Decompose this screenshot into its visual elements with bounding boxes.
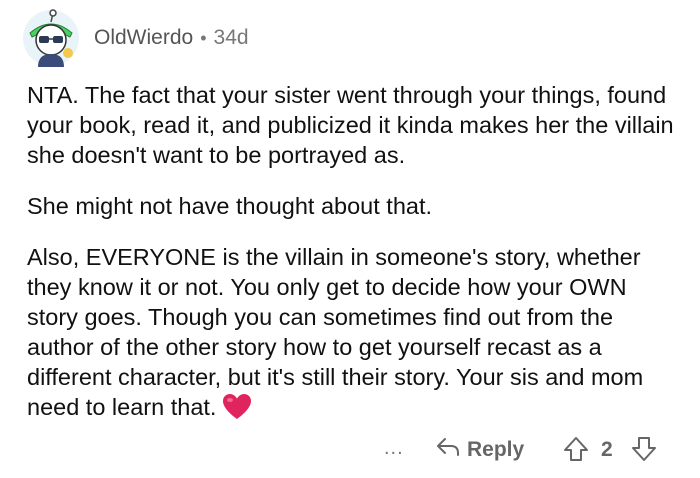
- comment-paragraph: NTA. The fact that your sister went thro…: [27, 82, 674, 168]
- reply-arrow-icon: [435, 436, 461, 464]
- comment-paragraph-text: Also, EVERYONE is the villain in someone…: [27, 244, 644, 420]
- meta-separator: •: [200, 27, 207, 48]
- reply-label: Reply: [467, 438, 525, 461]
- author-line: OldWierdo • 34d: [94, 26, 249, 50]
- downvote-arrow-icon[interactable]: [630, 435, 658, 469]
- upvote-arrow-icon[interactable]: [562, 435, 590, 469]
- avatar[interactable]: [22, 9, 80, 67]
- comment-paragraph: She might not have thought about that.: [27, 193, 433, 219]
- vote-score: 2: [601, 438, 613, 461]
- reply-button[interactable]: Reply: [435, 436, 524, 464]
- comment-header: OldWierdo • 34d: [22, 8, 249, 68]
- more-options-button[interactable]: ...: [384, 437, 404, 460]
- comment-age: 34d: [213, 26, 249, 49]
- comment-paragraph: Also, EVERYONE is the villain in someone…: [27, 242, 677, 428]
- comment-body: NTA. The fact that your sister went thro…: [27, 80, 677, 449]
- comment-actions: ... Reply 2: [0, 434, 700, 468]
- username[interactable]: OldWierdo: [94, 26, 193, 50]
- heart-emoji-icon: [222, 393, 252, 428]
